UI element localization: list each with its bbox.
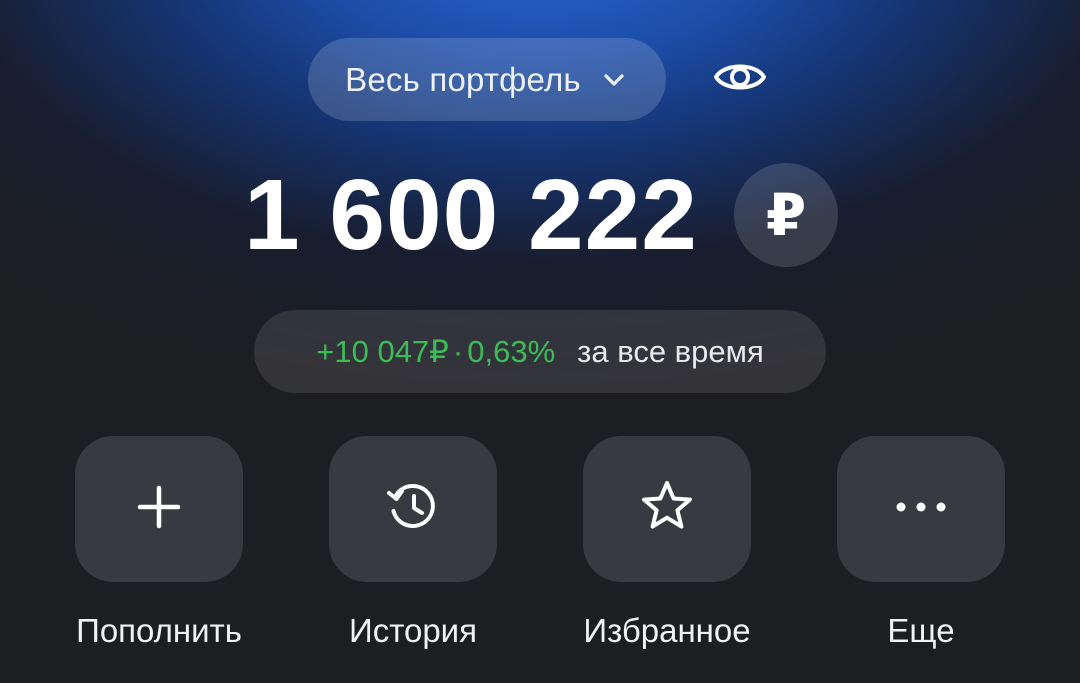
balance-amount: 1 600 222 (244, 159, 698, 271)
profit-amount: +10 047₽ (316, 333, 449, 369)
eye-icon (712, 56, 768, 103)
chevron-down-icon (599, 65, 629, 95)
visibility-toggle-button[interactable] (706, 50, 774, 108)
action-history: История (286, 436, 540, 650)
action-top-up: Пополнить (32, 436, 286, 650)
currency-symbol: ₽ (765, 183, 807, 248)
history-button[interactable] (329, 436, 497, 582)
portfolio-selector[interactable]: Весь портфель (308, 38, 666, 121)
profit-percent: 0,63% (467, 333, 556, 369)
top-up-label: Пополнить (76, 612, 242, 649)
profit-period: за все время (577, 333, 764, 369)
favorites-button[interactable] (583, 436, 751, 582)
plus-icon (135, 483, 183, 536)
action-more: Еще (794, 436, 1048, 650)
star-icon (637, 477, 697, 542)
more-icon (891, 497, 951, 522)
history-label: История (349, 612, 477, 649)
more-button[interactable] (837, 436, 1005, 582)
profit-summary[interactable]: +10 047₽ · 0,63% за все время (254, 310, 826, 393)
history-icon (383, 477, 443, 542)
portfolio-label: Весь портфель (345, 60, 581, 98)
action-favorites: Избранное (540, 436, 794, 650)
balance-row: 1 600 222 ₽ (0, 158, 1080, 273)
favorites-label: Избранное (583, 612, 751, 649)
currency-button[interactable]: ₽ (734, 163, 838, 267)
top-up-button[interactable] (75, 436, 243, 582)
profit-separator: · (452, 333, 464, 369)
more-label: Еще (887, 612, 955, 649)
